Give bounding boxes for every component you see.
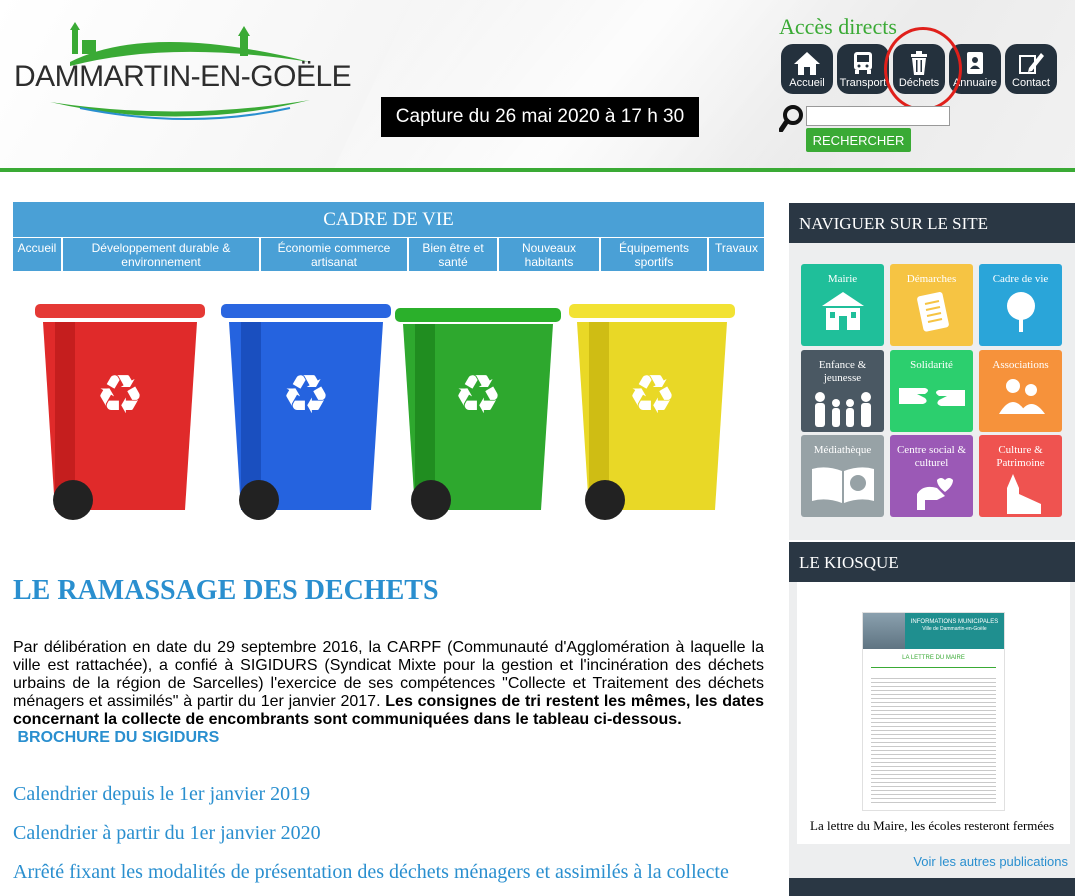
capture-date-label: Capture du 26 mai 2020 à 17 h 30 bbox=[381, 97, 699, 137]
tile-culture-patrimoine[interactable]: Culture & Patrimoine bbox=[979, 435, 1062, 517]
tile-cadre-de-vie[interactable]: Cadre de vie bbox=[979, 264, 1062, 346]
svg-text:♻: ♻ bbox=[454, 363, 502, 426]
acces-directs-title: Accès directs bbox=[779, 14, 897, 39]
kiosk-doc-rule bbox=[871, 667, 996, 668]
tile-associations[interactable]: Associations bbox=[979, 350, 1062, 432]
recycling-bins-image: ♻ ♻ ♻ ♻ bbox=[35, 304, 735, 520]
subnav-item-accueil[interactable]: Accueil bbox=[13, 238, 63, 271]
subnav-item-nouveaux-habitants[interactable]: Nouveaux habitants bbox=[499, 238, 601, 271]
kiosk-banner: INFORMATIONS MUNICIPALES Ville de Dammar… bbox=[905, 613, 1004, 649]
document-icon bbox=[916, 292, 949, 332]
logo-text: DAMMARTIN-EN-GOËLE bbox=[14, 60, 352, 93]
tile-associations-label: Associations bbox=[992, 359, 1049, 371]
acces-accueil-label: Accueil bbox=[789, 77, 825, 89]
subnav-item-bien-etre[interactable]: Bien être et santé bbox=[409, 238, 499, 271]
home-icon bbox=[794, 52, 820, 75]
subnav-item-economie[interactable]: Économie commerce artisanat bbox=[261, 238, 409, 271]
sidebar-nav-title: NAVIGUER SUR LE SITE bbox=[789, 203, 1075, 243]
svg-text:♻: ♻ bbox=[282, 363, 330, 426]
kiosk-doc-title: LA LETTRE DU MAIRE bbox=[902, 655, 965, 661]
pencil-icon bbox=[1019, 53, 1044, 74]
church-icon bbox=[1006, 474, 1041, 514]
subnav-item-equipements-sportifs[interactable]: Équipements sportifs bbox=[601, 238, 709, 271]
tile-demarches[interactable]: Démarches bbox=[890, 264, 973, 346]
tile-mairie[interactable]: Mairie bbox=[801, 264, 884, 346]
acces-accueil-button[interactable]: Accueil bbox=[781, 44, 833, 94]
section-title: CADRE DE VIE bbox=[13, 202, 764, 237]
address-book-icon bbox=[967, 52, 983, 74]
kiosk-doc-text-lines bbox=[871, 675, 996, 803]
tile-mairie-label: Mairie bbox=[827, 273, 858, 285]
tile-enfance-jeunesse[interactable]: Enfance & jeunesse bbox=[801, 350, 884, 432]
page-title: LE RAMASSAGE DES DECHETS bbox=[13, 575, 439, 606]
doc-link-arrete[interactable]: Arrêté fixant les modalités de présentat… bbox=[13, 861, 764, 883]
sidebar-kiosk-title: LE KIOSQUE bbox=[789, 542, 1075, 582]
tile-mediatheque[interactable]: Médiathèque bbox=[801, 435, 884, 517]
tile-solidarite[interactable]: Solidarité bbox=[890, 350, 973, 432]
tile-demarches-label: Démarches bbox=[906, 273, 957, 285]
highlight-circle-annotation bbox=[884, 27, 962, 111]
search-icon bbox=[779, 105, 803, 132]
kiosk-more-link[interactable]: Voir les autres publications bbox=[789, 854, 1068, 869]
sidebar-next-section-header bbox=[789, 878, 1075, 896]
green-bin: ♻ bbox=[395, 308, 561, 520]
site-logo[interactable]: DAMMARTIN-EN-GOËLE bbox=[10, 22, 352, 122]
subnav-item-developpement-durable[interactable]: Développement durable & environnement bbox=[63, 238, 261, 271]
kiosk-photo bbox=[863, 613, 905, 649]
acces-transport-button[interactable]: Transport bbox=[837, 44, 889, 94]
site-header: DAMMARTIN-EN-GOËLE Capture du 26 mai 202… bbox=[0, 0, 1075, 172]
red-bin: ♻ bbox=[35, 304, 205, 520]
book-icon bbox=[811, 467, 874, 503]
svg-text:♻: ♻ bbox=[628, 363, 676, 426]
brochure-link[interactable]: BROCHURE DU SIGIDURS bbox=[17, 729, 219, 746]
acces-contact-label: Contact bbox=[1012, 77, 1050, 89]
svg-text:♻: ♻ bbox=[96, 363, 144, 426]
intro-paragraph: Par délibération en date du 29 septembre… bbox=[13, 639, 764, 747]
kiosk-banner-title: INFORMATIONS MUNICIPALES bbox=[910, 619, 999, 625]
tile-mediatheque-label: Médiathèque bbox=[813, 444, 872, 456]
doc-link-calendrier-2019[interactable]: Calendrier depuis le 1er janvier 2019 bbox=[13, 783, 310, 806]
acces-contact-button[interactable]: Contact bbox=[1005, 44, 1057, 94]
doc-link-calendrier-2020[interactable]: Calendrier à partir du 1er janvier 2020 bbox=[13, 822, 321, 845]
family-icon bbox=[814, 392, 871, 427]
yellow-bin: ♻ bbox=[569, 304, 735, 520]
town-hall-icon bbox=[821, 292, 864, 330]
people-icon bbox=[998, 379, 1045, 414]
hands-icon bbox=[898, 388, 965, 406]
header-divider bbox=[0, 168, 1075, 172]
kiosk-banner-subtitle: Ville de Dammartin-en-Goële bbox=[922, 626, 987, 632]
tile-enfance-jeunesse-label: Enfance & jeunesse bbox=[818, 359, 867, 384]
subnav: Accueil Développement durable & environn… bbox=[13, 238, 764, 271]
acces-transport-label: Transport bbox=[839, 77, 887, 89]
bus-icon bbox=[854, 52, 872, 74]
tile-culture-patrimoine-label: Culture & Patrimoine bbox=[996, 444, 1045, 469]
subnav-item-travaux[interactable]: Travaux bbox=[709, 238, 764, 271]
tile-centre-social-label: Centre social & culturel bbox=[896, 444, 967, 469]
tile-solidarite-label: Solidarité bbox=[910, 359, 953, 371]
search-button[interactable]: RECHERCHER bbox=[806, 128, 911, 152]
blue-bin: ♻ bbox=[221, 304, 391, 520]
tree-icon bbox=[1006, 292, 1035, 332]
kiosk-caption[interactable]: La lettre du Maire, les écoles resteront… bbox=[789, 818, 1075, 834]
search-input[interactable] bbox=[806, 106, 950, 126]
tile-cadre-de-vie-label: Cadre de vie bbox=[992, 273, 1049, 285]
kiosk-publication-thumbnail[interactable]: INFORMATIONS MUNICIPALES Ville de Dammar… bbox=[862, 612, 1005, 811]
hand-heart-icon bbox=[916, 478, 953, 510]
tile-centre-social[interactable]: Centre social & culturel bbox=[890, 435, 973, 517]
